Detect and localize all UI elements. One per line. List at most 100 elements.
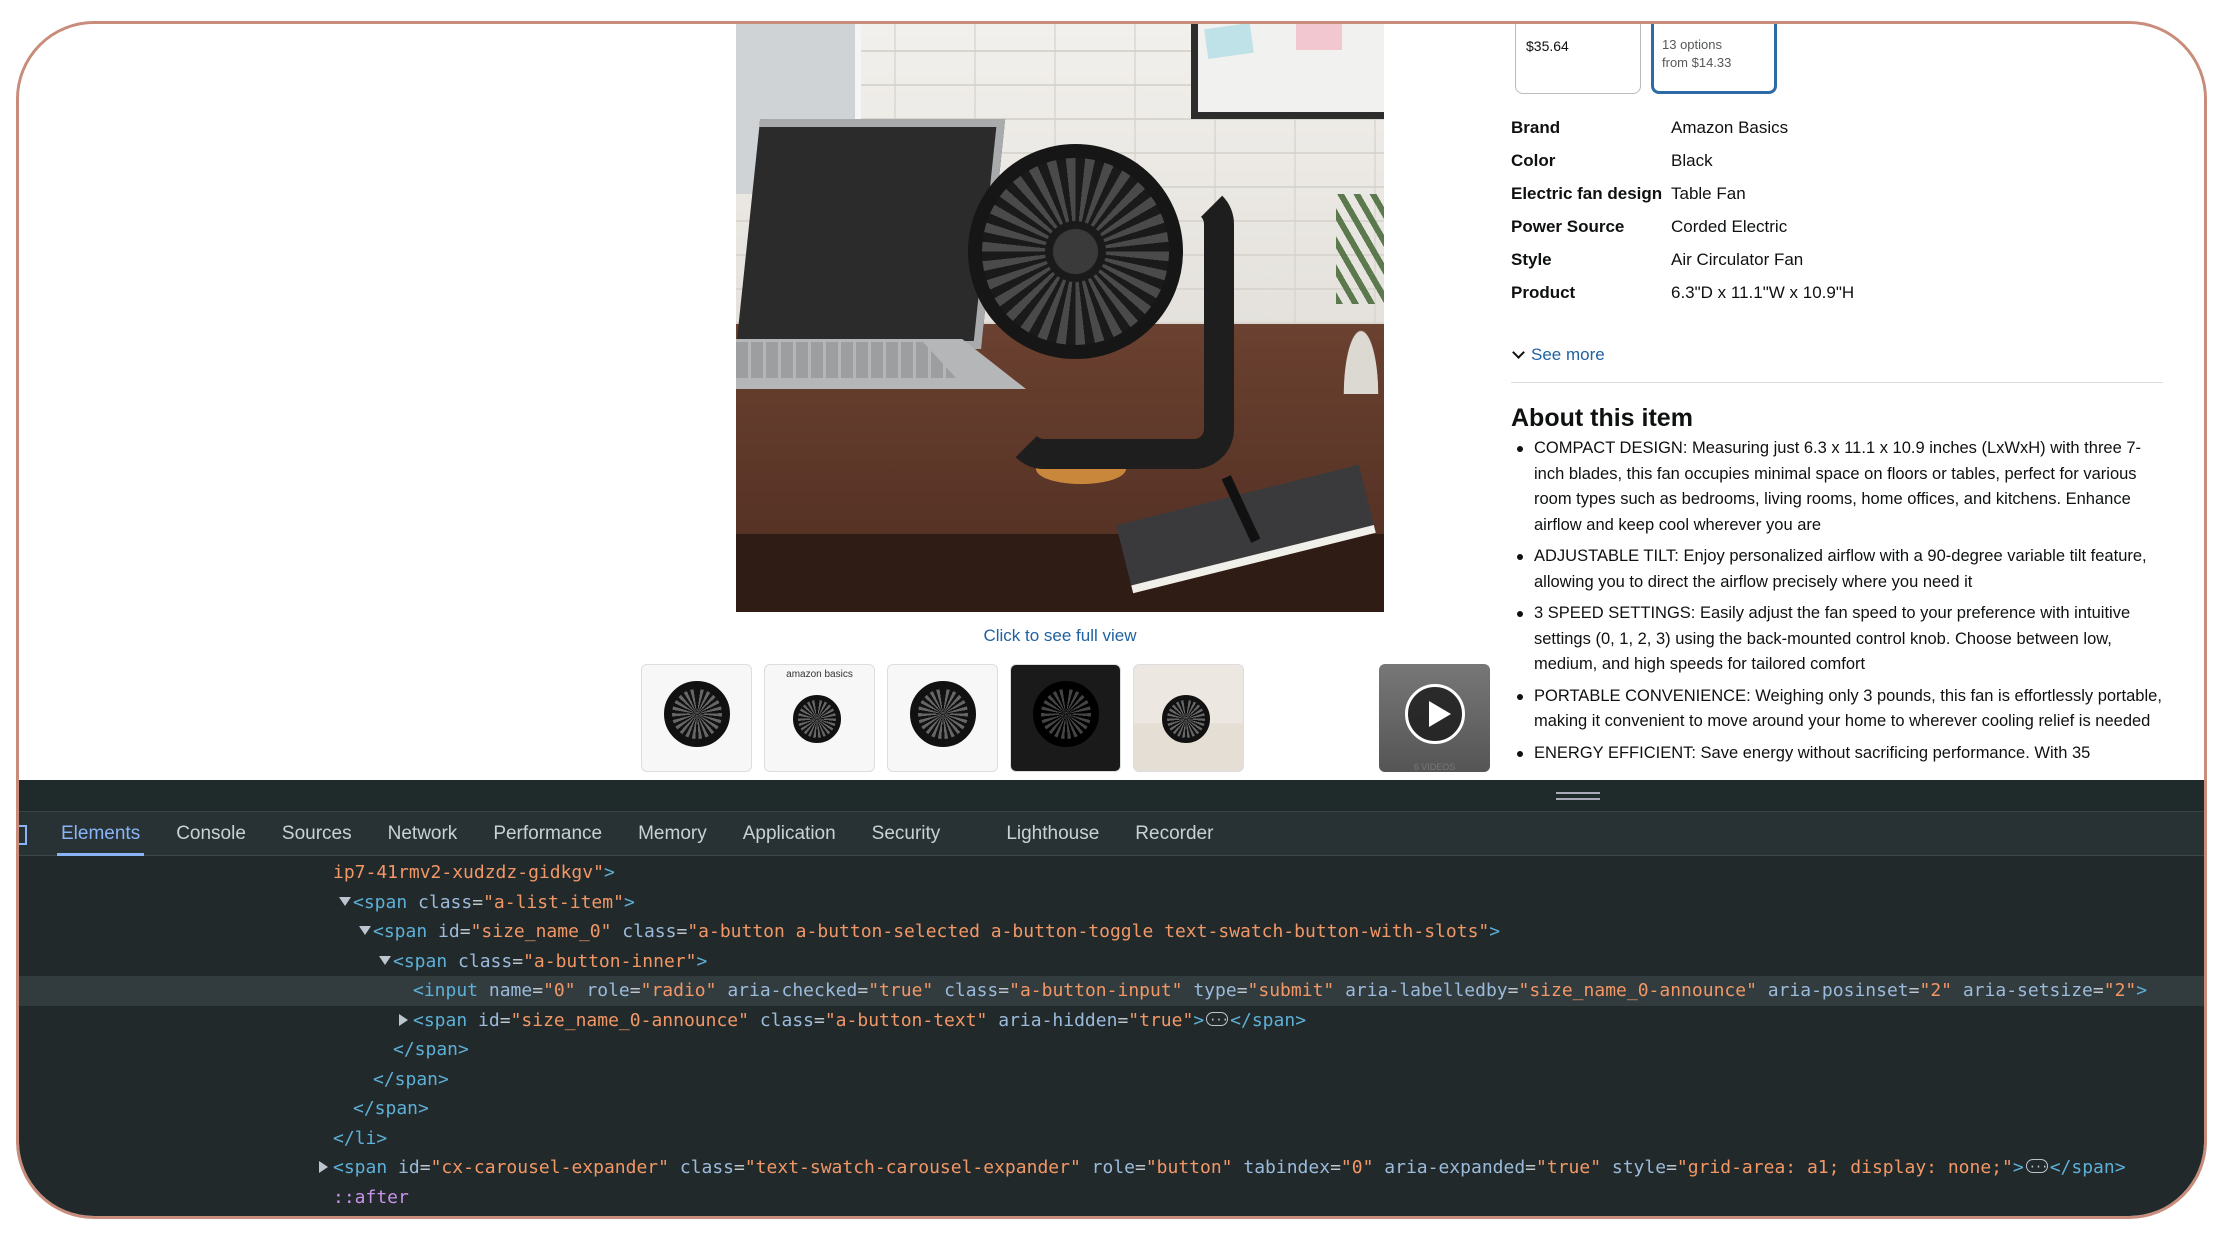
dom-node-line[interactable]: </span> xyxy=(19,1035,2204,1065)
dom-node-line[interactable]: <span id="size_name_0-announce" class="a… xyxy=(19,1006,2204,1035)
dom-node-line[interactable]: <span id="size_name_0" class="a-button a… xyxy=(19,917,2204,947)
dom-node-line[interactable]: <input name="0" role="radio" aria-checke… xyxy=(19,976,2204,1006)
see-more-link[interactable]: See more xyxy=(1511,345,1605,365)
dom-token: name xyxy=(488,980,533,1001)
dom-token: "a-button a-button-selected a-button-tog… xyxy=(687,921,1490,942)
thumb-fan-room[interactable] xyxy=(1133,664,1244,772)
tab-security[interactable]: Security xyxy=(854,812,959,856)
dom-token: id xyxy=(398,1157,420,1178)
tab-network[interactable]: Network xyxy=(370,812,476,856)
dom-token: <span xyxy=(373,921,439,942)
dom-token: role xyxy=(1091,1157,1135,1178)
dom-token: aria-posinset xyxy=(1767,980,1909,1001)
variant-options: $35.64 13 options from $14.33 xyxy=(1515,24,1777,94)
spec-row-power-source: Power Source Corded Electric xyxy=(1511,217,1788,236)
tab-memory[interactable]: Memory xyxy=(620,812,725,856)
spec-row-color: Color Black xyxy=(1511,151,1713,170)
collapse-triangle-icon[interactable] xyxy=(399,1013,408,1026)
thumb-fan-angle[interactable] xyxy=(887,664,998,772)
dom-token: aria-labelledby xyxy=(1345,980,1508,1001)
dom-token: style xyxy=(1611,1157,1667,1178)
dom-node-line[interactable]: ::after xyxy=(19,1183,2204,1213)
dom-token: = xyxy=(419,1157,431,1178)
thumb-fan-front[interactable] xyxy=(641,664,752,772)
expand-triangle-icon[interactable] xyxy=(379,955,391,965)
tab-recorder[interactable]: Recorder xyxy=(1117,812,1231,856)
dom-token: = xyxy=(1236,980,1248,1001)
dom-node-line[interactable]: </span> xyxy=(19,1094,2204,1124)
thumbnail-strip: amazon basics 6 VIDEOS xyxy=(641,664,1490,772)
dom-token: "submit" xyxy=(1247,980,1346,1001)
dom-token: "true" xyxy=(1128,1009,1194,1031)
option-13-options[interactable]: 13 options from $14.33 xyxy=(1651,24,1777,94)
thumb-amazon-basics-infographic[interactable]: amazon basics xyxy=(764,664,875,772)
ellipsis-expander-icon[interactable] xyxy=(1206,1006,1229,1035)
expand-triangle-icon[interactable] xyxy=(339,896,351,906)
elements-dom-tree[interactable]: ip7-41rmv2-xudzdz-gidkgv"> <span class="a… xyxy=(19,858,2204,1212)
drag-handle-icon[interactable] xyxy=(1556,792,1600,800)
dom-node-line[interactable]: <span class="a-button-inner"> xyxy=(19,947,2204,977)
devtools-panel: Elements Console Sources Network Performance… xyxy=(19,780,2204,1216)
dom-token: = xyxy=(857,980,869,1001)
dom-node-line[interactable]: ip7-41rmv2-xudzdz-gidkgv"> xyxy=(19,858,2204,888)
collapse-triangle-icon[interactable] xyxy=(319,1161,328,1173)
dom-token: aria-hidden xyxy=(998,1009,1118,1031)
dom-token: class xyxy=(622,921,677,942)
dom-node-line[interactable]: </li> xyxy=(19,1124,2204,1154)
dom-token: > xyxy=(1193,1009,1205,1031)
dom-token: </span> xyxy=(353,1098,429,1119)
chevron-down-icon xyxy=(1512,346,1525,359)
dom-token: aria-expanded xyxy=(1384,1157,1526,1178)
dom-token: "grid-area: a1; display: none;" xyxy=(1676,1157,2013,1178)
tab-application[interactable]: Application xyxy=(725,812,854,856)
thumb-videos[interactable]: 6 VIDEOS xyxy=(1379,664,1490,772)
bullet-energy-efficient: ENERGY EFFICIENT: Save energy without sa… xyxy=(1511,741,2171,767)
tab-elements[interactable]: Elements xyxy=(43,812,158,856)
dom-token: = xyxy=(472,891,484,913)
dom-token: = xyxy=(2092,980,2104,1001)
devtools-resizer[interactable] xyxy=(19,780,2204,812)
spec-row-fan-design: Electric fan design Table Fan xyxy=(1511,184,1746,203)
spec-row-product-dimensions: Product 6.3"D x 11.1"W x 10.9"H xyxy=(1511,283,1855,302)
bullet-speed-settings: 3 SPEED SETTINGS: Easily adjust the fan … xyxy=(1511,601,2171,678)
inspect-element-icon[interactable] xyxy=(19,812,43,856)
tab-performance[interactable]: Performance xyxy=(475,812,620,856)
dom-token: = xyxy=(532,980,544,1001)
dom-node-line[interactable]: </span> xyxy=(19,1065,2204,1095)
dom-token: "size_name_0" xyxy=(470,921,623,942)
tab-sources[interactable]: Sources xyxy=(264,812,370,856)
dom-token: id xyxy=(478,1009,500,1031)
dom-token: class xyxy=(944,980,999,1001)
tab-lighthouse[interactable]: Lighthouse xyxy=(988,812,1117,856)
dom-token: "2" xyxy=(1919,980,1963,1001)
about-bullets: COMPACT DESIGN: Measuring just 6.3 x 11.… xyxy=(1511,436,2171,772)
dom-token: = xyxy=(814,1009,825,1031)
dom-token: > xyxy=(603,862,615,883)
dom-token: "0" xyxy=(1340,1157,1385,1178)
dom-token: class xyxy=(458,950,513,972)
fan-illustration xyxy=(968,144,1183,359)
bullet-portable: PORTABLE CONVENIENCE: Weighing only 3 po… xyxy=(1511,684,2171,735)
thumb-fan-closeup[interactable] xyxy=(1010,664,1121,772)
dom-token: "0" xyxy=(543,980,587,1001)
dom-token: "true" xyxy=(868,980,945,1001)
dom-token: role xyxy=(586,980,630,1001)
dom-token: "a-button-text" xyxy=(824,1009,999,1031)
dom-token: = xyxy=(499,1009,511,1031)
dom-token: tabindex xyxy=(1243,1157,1331,1178)
dom-node-line[interactable]: <span id="cx-carousel-expander" class="t… xyxy=(19,1153,2204,1183)
dom-token: = xyxy=(1507,980,1519,1001)
dom-token: > xyxy=(2012,1157,2024,1178)
main-product-image[interactable] xyxy=(736,24,1384,612)
option-price-35[interactable]: $35.64 xyxy=(1515,24,1641,94)
dom-token: </li> xyxy=(333,1127,388,1149)
dom-token: > xyxy=(1489,921,1501,942)
ellipsis-expander-icon[interactable] xyxy=(2025,1153,2048,1183)
expand-triangle-icon[interactable] xyxy=(359,926,371,935)
dom-token: class xyxy=(679,1157,734,1178)
laptop-illustration xyxy=(736,119,1006,349)
divider xyxy=(1511,382,2163,383)
click-full-view-link[interactable]: Click to see full view xyxy=(736,626,1384,646)
dom-node-line[interactable]: <span class="a-list-item"> xyxy=(19,888,2204,918)
tab-console[interactable]: Console xyxy=(158,812,264,856)
